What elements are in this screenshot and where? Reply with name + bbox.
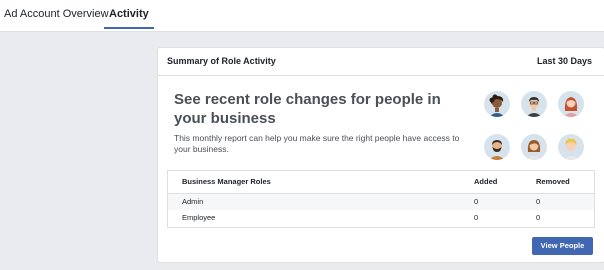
card-period: Last 30 Days	[536, 56, 592, 66]
removed-count: 0	[536, 213, 541, 222]
person-dark-hair-icon	[484, 91, 510, 117]
person-red-hair-icon	[558, 91, 584, 117]
person-blond-icon	[558, 134, 584, 160]
tab-ad-account-overview[interactable]: Ad Account Overview	[4, 0, 109, 31]
headline: See recent role changes for people in yo…	[174, 91, 441, 127]
tab-bar: Ad Account Overview Activity	[0, 0, 604, 32]
role-name: Employee	[182, 213, 216, 222]
removed-count: 0	[536, 197, 541, 206]
added-count: 0	[474, 213, 479, 222]
table-header-row: Business Manager Roles Added Removed	[168, 171, 594, 194]
person-woman-icon	[521, 134, 547, 160]
added-count: 0	[474, 197, 479, 206]
role-name: Admin	[182, 197, 204, 206]
roles-table: Business Manager Roles Added Removed Adm…	[167, 170, 595, 228]
tab-activity[interactable]: Activity	[104, 0, 154, 31]
column-header-roles: Business Manager Roles	[182, 177, 271, 186]
person-beard-icon	[484, 134, 510, 160]
column-header-added: Added	[474, 177, 498, 186]
card-title: Summary of Role Activity	[167, 56, 276, 66]
role-activity-card: Summary of Role Activity Last 30 Days Se…	[157, 47, 604, 263]
view-people-button[interactable]: View People	[532, 237, 593, 255]
column-header-removed: Removed	[536, 177, 570, 186]
card-header: Summary of Role Activity Last 30 Days	[158, 48, 604, 76]
table-row: Admin 0 0	[168, 194, 594, 210]
description: This monthly report can help you make su…	[174, 133, 460, 154]
table-row: Employee 0 0	[168, 210, 594, 226]
person-glasses-icon	[521, 91, 547, 117]
avatar-group	[484, 91, 584, 163]
